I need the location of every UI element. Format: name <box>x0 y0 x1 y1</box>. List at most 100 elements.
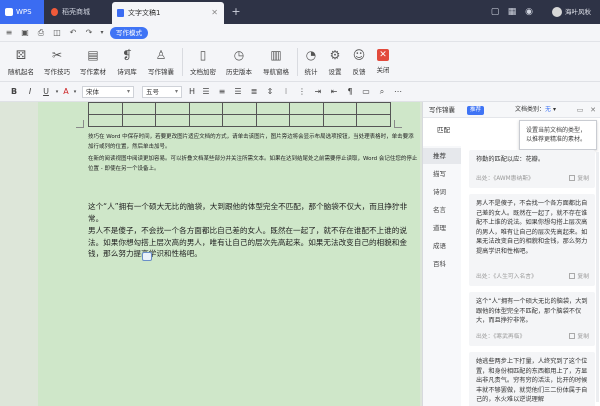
chevron-down-icon: ▾ <box>126 88 130 95</box>
border-icon[interactable]: ▭ <box>360 86 372 98</box>
user-name[interactable]: 海叶风秋 <box>565 0 591 24</box>
close-icon: ✕ <box>377 49 389 61</box>
tab-label: 文字文稿1 <box>128 9 161 17</box>
card-text: 祢勤的匹配以应：花瓣。 <box>476 156 545 163</box>
panel-scrollbar[interactable] <box>596 152 599 402</box>
statistics-button[interactable]: ◔ 统计 <box>300 45 322 79</box>
window-icon[interactable]: ▢ <box>488 5 502 19</box>
feedback-button[interactable]: ☺ 反馈 <box>348 45 370 79</box>
tab-docer-store[interactable]: 稻壳商城 <box>46 0 108 24</box>
history-version-button[interactable]: ◷ 历史版本 <box>222 45 256 79</box>
add-tab-icon[interactable]: + <box>230 6 242 18</box>
close-tab-icon[interactable]: ✕ <box>211 2 218 24</box>
format-toolbar: B I U ▾ A ▾ 宋体 ▾ 五号 ▾ H ☰ ≡ ☰ ≣ ⇕ ⁝ ⋮ ⇥ … <box>0 82 600 102</box>
writing-tips-button[interactable]: ✂ 写作技巧 <box>40 45 74 79</box>
random-name-button[interactable]: ⚄ 随机起名 <box>4 45 38 79</box>
document-table[interactable] <box>88 102 391 127</box>
writing-pouch-button[interactable]: ♙ 写作锦囊 <box>144 45 178 79</box>
font-size-select[interactable]: 五号 ▾ <box>142 86 182 98</box>
doc-tip-paragraph[interactable]: 技巧在 Word 中保存时间，若要更改图片适应文档的方式，请单击该图片，图片旁边… <box>88 133 418 152</box>
outdent-icon[interactable]: ⇤ <box>328 86 340 98</box>
chat-icon[interactable]: ▭ <box>575 105 585 115</box>
nav-principles[interactable]: 道理 <box>423 220 461 236</box>
font-color-icon[interactable]: A <box>60 86 72 98</box>
more-options-icon[interactable]: ⋯ <box>392 86 404 98</box>
copy-button[interactable]: 复制 <box>569 273 589 282</box>
copy-label: 复制 <box>577 274 589 280</box>
layout-icon[interactable]: ▦ <box>505 5 519 19</box>
doc-paragraph[interactable]: 男人不是傻子，不会找一个各方面都比自己差的女人。既然在一起了，就不存在谁配不上谁… <box>88 225 413 260</box>
poem-library-button[interactable]: ❡ 诗词库 <box>112 45 142 79</box>
justify-icon[interactable]: ≣ <box>248 86 260 98</box>
nav-quotes[interactable]: 名言 <box>423 202 461 218</box>
align-center-icon[interactable]: ≡ <box>216 86 228 98</box>
document-type-tooltip: 设置当前文档的类型，以推荐更精准的素材。 <box>519 120 597 150</box>
quick-access-toolbar: ≡ ▣ ⎙ ◫ ↶ ↷ ▾ 写作模式 <box>0 24 600 42</box>
document-type-select[interactable]: 文档类别：无 ▾ <box>515 102 556 118</box>
font-size-value: 五号 <box>146 88 159 96</box>
material-card[interactable]: 她逃些两步上下打量，人终究到了这个位置，和身份相匹配的东西都用上了，方显出非凡贵… <box>469 352 595 406</box>
heading-icon[interactable]: H <box>186 86 198 98</box>
recommend-badge: 推荐 <box>467 106 485 115</box>
encrypt-document-button[interactable]: ▯ 文档加密 <box>186 45 220 79</box>
document-area[interactable]: 技巧在 Word 中保存时间，若要更改图片适应文档的方式，请单击该图片，图片旁边… <box>0 102 422 406</box>
align-right-icon[interactable]: ☰ <box>232 86 244 98</box>
match-label: 匹配 <box>437 126 450 134</box>
material-card[interactable]: 祢勤的匹配以应：花瓣。 出处：《AWM惠纳斯》 复制 <box>469 150 595 188</box>
card-footer: 出处：《人生可入名言》 复制 <box>476 273 589 282</box>
redo-icon[interactable]: ↷ <box>84 28 94 38</box>
chevron-down-icon[interactable]: ▾ <box>72 86 78 98</box>
material-card[interactable]: 男人不是傻子，不会找一个各方面都比自己差的女人。既然在一起了，就不存在谁配不上谁… <box>469 194 595 286</box>
panel-header: 写作锦囊 推荐 文档类别：无 ▾ ▭ ✕ <box>423 102 600 118</box>
avatar[interactable] <box>552 7 562 17</box>
save-icon[interactable]: ▣ <box>20 28 30 38</box>
writing-material-button[interactable]: ▤ 写作素材 <box>76 45 110 79</box>
tab-wps-home[interactable]: WPS <box>0 0 44 24</box>
tab-document-1[interactable]: 文字文稿1 ✕ <box>112 2 224 24</box>
menu-icon[interactable]: ≡ <box>4 28 14 38</box>
undo-icon[interactable]: ↶ <box>68 28 78 38</box>
bullet-list-icon[interactable]: ⁝ <box>280 86 292 98</box>
settings-button[interactable]: ⚙ 设置 <box>324 45 346 79</box>
indent-icon[interactable]: ⇥ <box>312 86 324 98</box>
nav-recommend[interactable]: 推荐 <box>423 148 461 164</box>
close-icon[interactable]: ✕ <box>588 105 598 115</box>
copy-icon <box>569 273 576 279</box>
underline-icon[interactable]: U <box>40 86 52 98</box>
copy-icon <box>569 175 576 181</box>
nav-encyclopedia[interactable]: 百科 <box>423 256 461 272</box>
card-text: 她逃些两步上下打量，人终究到了这个位置，和身份相匹配的东西都用上了，方显出非凡贵… <box>476 358 588 404</box>
numbered-list-icon[interactable]: ⋮ <box>296 86 308 98</box>
material-card[interactable]: 这个“人”拥有一个硕大无比的脑袋，大到跟他的体型完全不匹配，那个脑袋不仅大，而且… <box>469 292 595 346</box>
nav-poetry[interactable]: 诗词 <box>423 184 461 200</box>
preview-icon[interactable]: ◫ <box>52 28 62 38</box>
document-page[interactable]: 技巧在 Word 中保存时间，若要更改图片适应文档的方式，请单击该图片，图片旁边… <box>38 102 420 406</box>
align-left-icon[interactable]: ☰ <box>200 86 212 98</box>
line-spacing-icon[interactable]: ⇕ <box>264 86 276 98</box>
find-icon[interactable]: ⌕ <box>376 86 388 98</box>
more-icon[interactable]: ▾ <box>97 28 107 38</box>
print-icon[interactable]: ⎙ <box>36 28 46 38</box>
italic-icon[interactable]: I <box>24 86 36 98</box>
nav-description[interactable]: 描写 <box>423 166 461 182</box>
doc-paragraph[interactable]: 这个“人”拥有一个硕大无比的脑袋，大到跟他的体型完全不匹配，那个脑袋不仅大，而且… <box>88 201 413 224</box>
paste-options-icon[interactable] <box>142 252 152 261</box>
navigation-pane-button[interactable]: ▥ 导航窗格 <box>258 45 294 79</box>
writing-mode-tab[interactable]: 写作模式 <box>110 27 148 39</box>
paragraph-mark-icon[interactable]: ¶ <box>344 86 356 98</box>
feedback-icon: ☺ <box>352 48 366 62</box>
pie-chart-icon: ◔ <box>305 48 317 62</box>
copy-button[interactable]: 复制 <box>569 175 589 184</box>
lock-doc-icon: ▯ <box>199 48 207 62</box>
user-center-icon[interactable]: ◉ <box>522 5 536 19</box>
card-source: 出处：《AWM惠纳斯》 <box>476 176 534 182</box>
bold-icon[interactable]: B <box>8 86 20 98</box>
copy-button[interactable]: 复制 <box>569 333 589 342</box>
font-family-select[interactable]: 宋体 ▾ <box>82 86 134 98</box>
nav-idioms[interactable]: 成语 <box>423 238 461 254</box>
doc-tip-paragraph[interactable]: 在新的阅读视图中阅读更加容易。可以折叠文档某些部分并关注所需文本。如果在达到结尾… <box>88 155 418 174</box>
pouch-icon: ♙ <box>155 48 167 62</box>
close-writing-mode-button[interactable]: ✕ 关闭 <box>372 45 394 79</box>
panel-title: 写作锦囊 <box>429 106 455 114</box>
copy-label: 复制 <box>577 334 589 340</box>
